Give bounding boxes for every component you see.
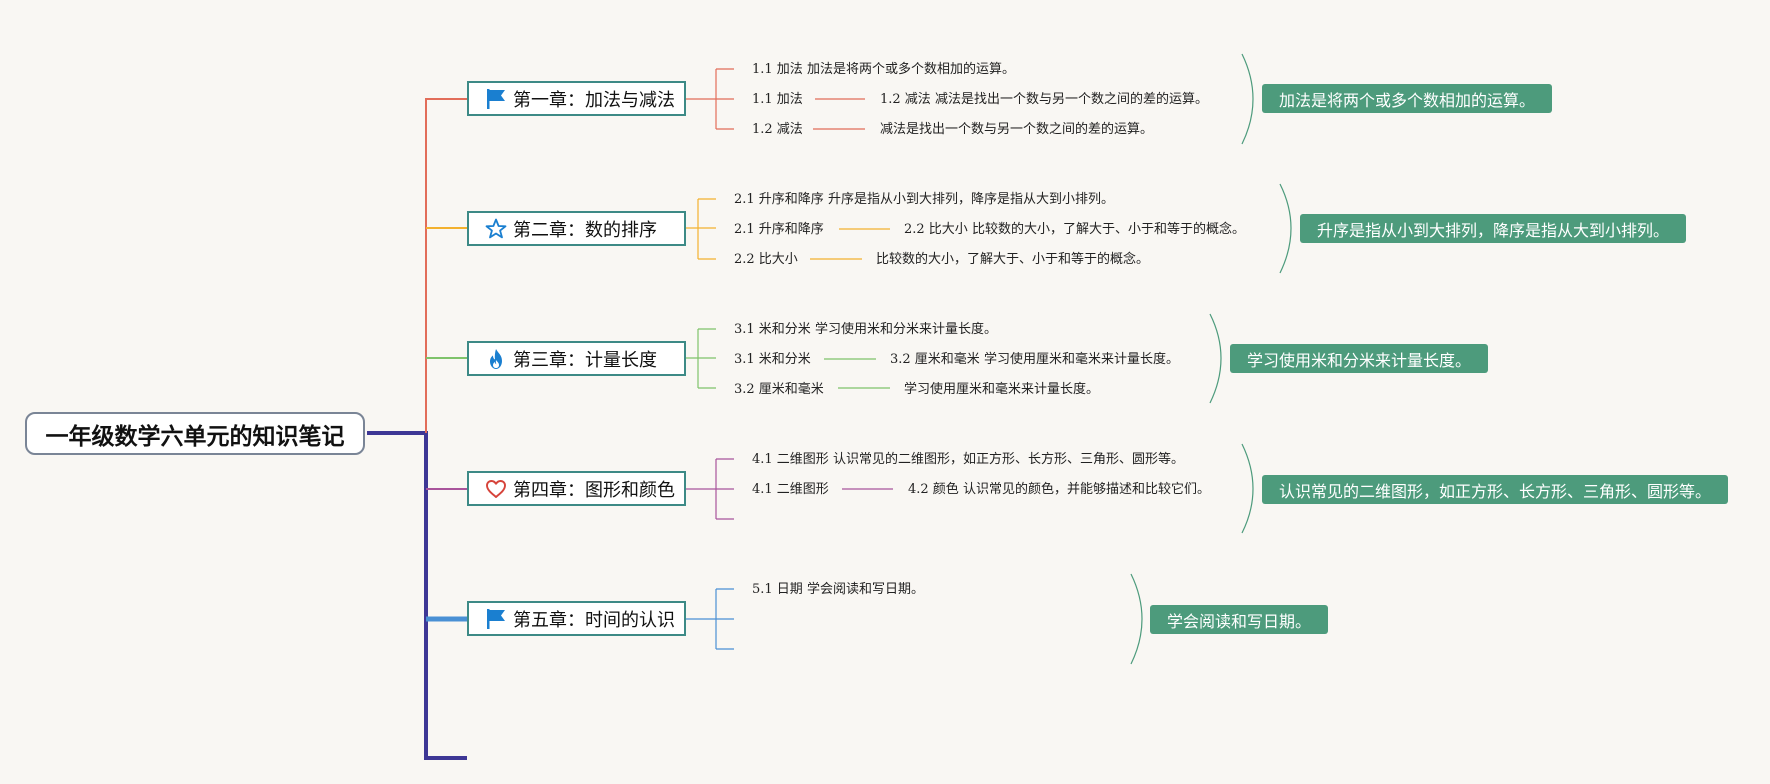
heart-icon: [485, 478, 507, 500]
summary-4[interactable]: 认识常见的二维图形，如正方形、长方形、三角形、圆形等。: [1262, 475, 1729, 504]
summary-2[interactable]: 升序是指从小到大排列，降序是指从大到小排列。: [1300, 214, 1687, 243]
note-line-3-2b[interactable]: 3.2 厘米和毫米 学习使用厘米和毫米来计量长度。: [890, 352, 1179, 368]
summary-5[interactable]: 学会阅读和写日期。: [1150, 605, 1329, 634]
chapter-node-1[interactable]: 第一章：加法与减法: [467, 81, 686, 116]
note-line-2-1[interactable]: 2.1 升序和降序 升序是指从小到大排列，降序是指从大到小排列。: [734, 192, 1114, 208]
mindmap-canvas: 一年级数学六单元的知识笔记 第一章：加法与减法 1.1 加法 加法是将两个或多个…: [0, 0, 1770, 784]
note-line-2-2b[interactable]: 2.2 比大小 比较数的大小，了解大于、小于和等于的概念。: [904, 222, 1245, 238]
note-line-4-2b[interactable]: 4.2 颜色 认识常见的颜色，并能够描述和比较它们。: [908, 482, 1210, 498]
summary-brace-1: [1241, 53, 1254, 145]
note-line-4-1[interactable]: 4.1 二维图形 认识常见的二维图形，如正方形、长方形、三角形、圆形等。: [752, 452, 1184, 468]
flame-icon: [485, 348, 507, 370]
note-line-1-3a[interactable]: 1.2 减法: [752, 122, 803, 138]
chapter-node-5[interactable]: 第五章：时间的认识: [467, 601, 686, 636]
chapter-label-1: 第一章：加法与减法: [513, 89, 675, 111]
note-line-3-3b[interactable]: 学习使用厘米和毫米来计量长度。: [904, 382, 1099, 398]
chapter-node-4[interactable]: 第四章：图形和颜色: [467, 471, 686, 506]
flag-icon: [485, 608, 507, 630]
root-topic[interactable]: 一年级数学六单元的知识笔记: [25, 412, 365, 455]
note-line-2-2a[interactable]: 2.1 升序和降序: [734, 222, 824, 238]
note-line-2-3b[interactable]: 比较数的大小，了解大于、小于和等于的概念。: [876, 252, 1149, 268]
chapter-label-2: 第二章：数的排序: [513, 219, 657, 241]
summary-brace-4: [1241, 443, 1254, 534]
summary-brace-3: [1209, 313, 1222, 404]
connector-lines: [367, 53, 1292, 760]
branch-connector-1: [425, 98, 467, 433]
note-line-5-1[interactable]: 5.1 日期 学会阅读和写日期。: [752, 582, 924, 598]
chapter-label-4: 第四章：图形和颜色: [513, 479, 675, 501]
summary-brace-2: [1279, 183, 1292, 274]
chapter-node-3[interactable]: 第三章：计量长度: [467, 341, 686, 376]
trunk-connector: [367, 431, 467, 760]
note-line-1-1[interactable]: 1.1 加法 加法是将两个或多个数相加的运算。: [752, 62, 1015, 78]
note-line-3-3a[interactable]: 3.2 厘米和毫米: [734, 382, 824, 398]
chapter-label-5: 第五章：时间的认识: [513, 609, 675, 631]
star-icon: [485, 218, 507, 240]
note-line-4-2a[interactable]: 4.1 二维图形: [752, 482, 829, 498]
note-line-3-2a[interactable]: 3.1 米和分米: [734, 352, 811, 368]
summary-brace-5: [1130, 573, 1143, 665]
chapter-node-2[interactable]: 第二章：数的排序: [467, 211, 686, 246]
note-line-1-2b[interactable]: 1.2 减法 减法是找出一个数与另一个数之间的差的运算。: [880, 92, 1208, 108]
note-bracket-5: [686, 588, 734, 650]
summary-1[interactable]: 加法是将两个或多个数相加的运算。: [1262, 84, 1553, 113]
flag-icon: [485, 88, 507, 110]
note-line-1-3b[interactable]: 减法是找出一个数与另一个数之间的差的运算。: [880, 122, 1153, 138]
chapter-label-3: 第三章：计量长度: [513, 349, 657, 371]
summary-3[interactable]: 学习使用米和分米来计量长度。: [1230, 344, 1489, 373]
note-line-1-2a[interactable]: 1.1 加法: [752, 92, 803, 108]
note-line-3-1[interactable]: 3.1 米和分米 学习使用米和分米来计量长度。: [734, 322, 997, 338]
note-line-2-3a[interactable]: 2.2 比大小: [734, 252, 798, 268]
